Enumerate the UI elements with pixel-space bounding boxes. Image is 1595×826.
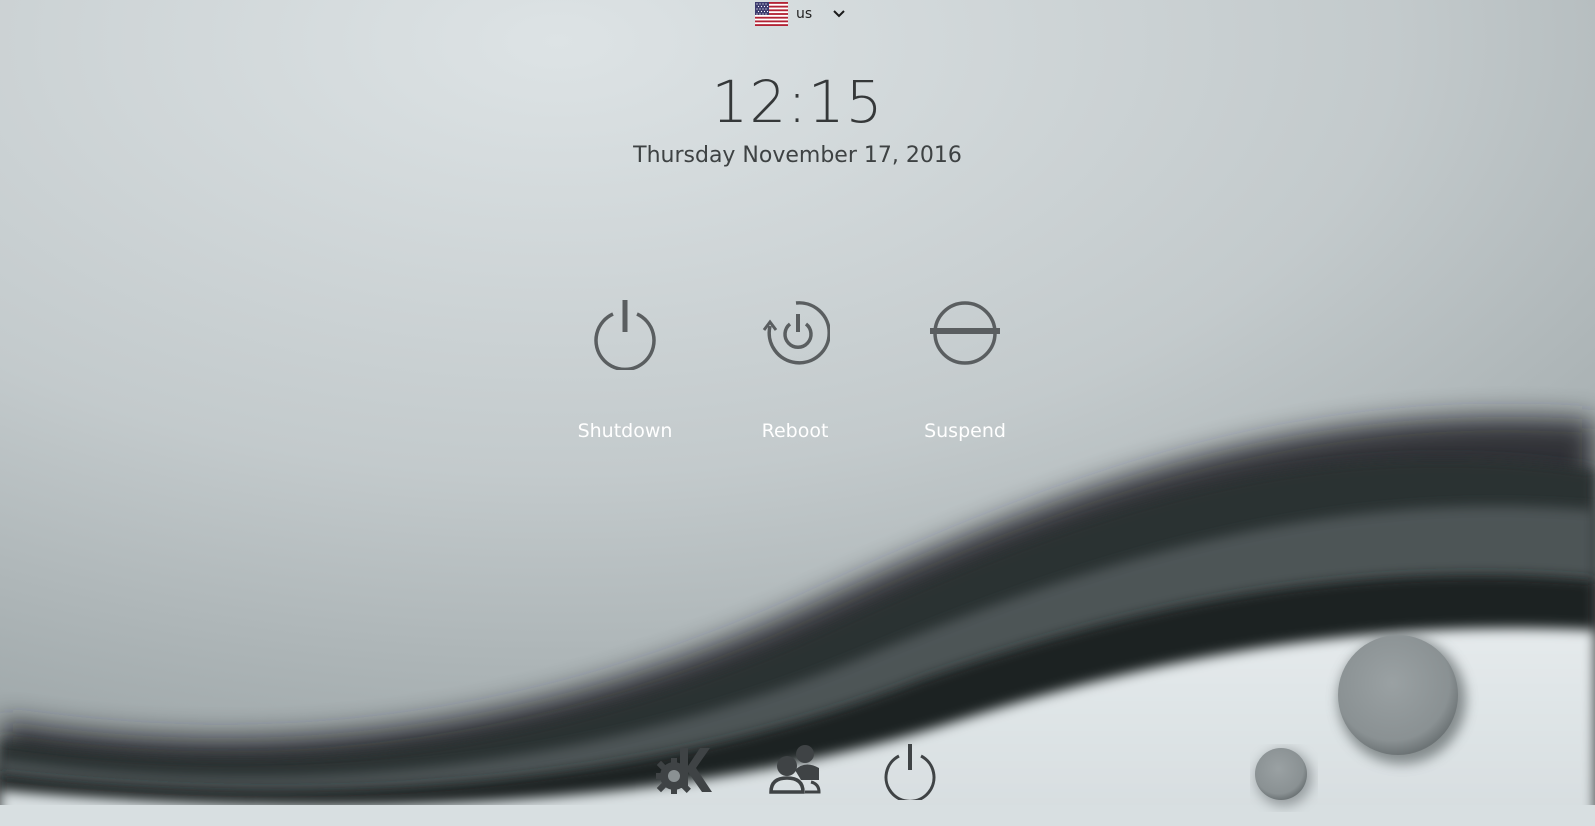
power-menu-button[interactable] (880, 740, 940, 800)
chevron-down-icon (833, 10, 845, 18)
switch-user-button[interactable] (767, 740, 827, 800)
clock-date: Thursday November 17, 2016 (633, 143, 962, 168)
keyboard-layout-label: us (796, 6, 813, 22)
suspend-label: Suspend (924, 420, 1006, 442)
session-button[interactable] (654, 740, 714, 800)
power-icon (594, 300, 656, 370)
power-icon (884, 744, 936, 800)
clock-time: 12:15 (711, 68, 884, 136)
shutdown-label: Shutdown (577, 420, 673, 442)
keyboard-layout-selector[interactable]: us (755, 0, 846, 28)
suspend-button[interactable]: Suspend (890, 296, 1040, 442)
suspend-icon (930, 301, 1000, 365)
shutdown-button[interactable]: Shutdown (550, 296, 700, 442)
reboot-label: Reboot (761, 420, 829, 442)
us-flag-icon (755, 2, 788, 26)
reboot-icon (762, 301, 830, 365)
switch-user-icon (769, 745, 821, 794)
kde-logo-icon (656, 748, 712, 794)
reboot-button[interactable]: Reboot (720, 296, 870, 442)
